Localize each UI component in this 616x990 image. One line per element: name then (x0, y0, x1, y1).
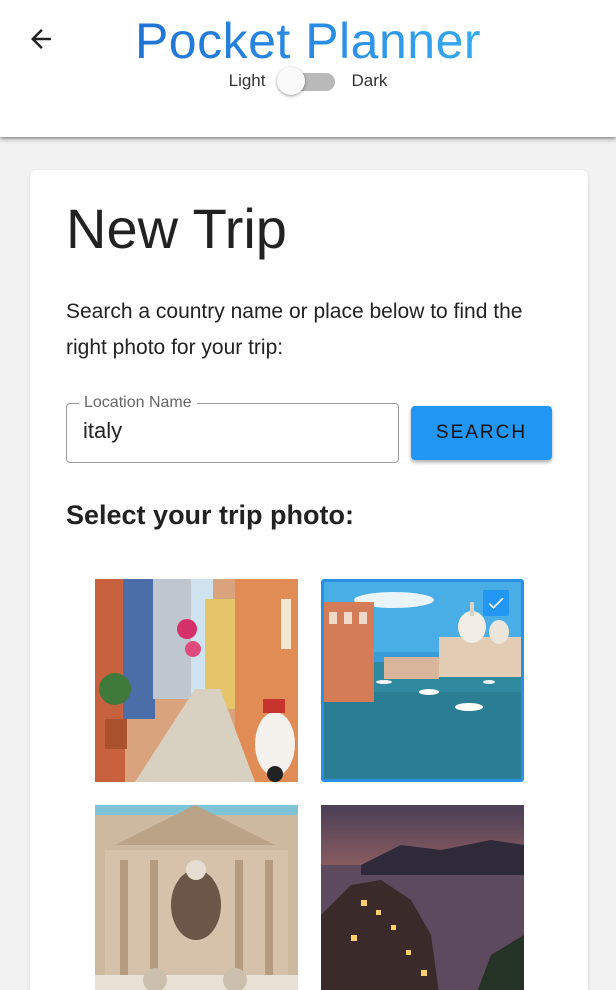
theme-toggle[interactable] (277, 66, 337, 96)
search-button[interactable]: SEARCH (411, 406, 552, 460)
photo-option-fountain[interactable] (95, 805, 298, 990)
page-title: New Trip (66, 197, 287, 260)
fountain-photo (95, 805, 298, 990)
location-name-field: Location Name (66, 394, 399, 463)
app-title: Pocket Planner (0, 12, 616, 70)
photo-option-alley[interactable] (95, 579, 298, 782)
photo-option-venice[interactable] (321, 579, 524, 782)
select-photo-heading: Select your trip photo: (66, 500, 355, 530)
intro-text: Search a country name or place below to … (66, 300, 523, 359)
theme-switch-row: Light Dark (0, 66, 616, 96)
location-name-label: Location Name (79, 394, 197, 412)
app-bar: Pocket Planner Light Dark (0, 0, 616, 137)
alley-photo (95, 579, 298, 782)
new-trip-card: New Trip Search a country name or place … (30, 170, 588, 990)
photo-option-cliff-village[interactable] (321, 805, 524, 990)
cliff-village-photo (321, 805, 524, 990)
selected-check-icon (483, 590, 509, 616)
light-label: Light (228, 71, 266, 90)
location-name-input[interactable] (83, 418, 383, 444)
dark-label: Dark (351, 71, 388, 90)
